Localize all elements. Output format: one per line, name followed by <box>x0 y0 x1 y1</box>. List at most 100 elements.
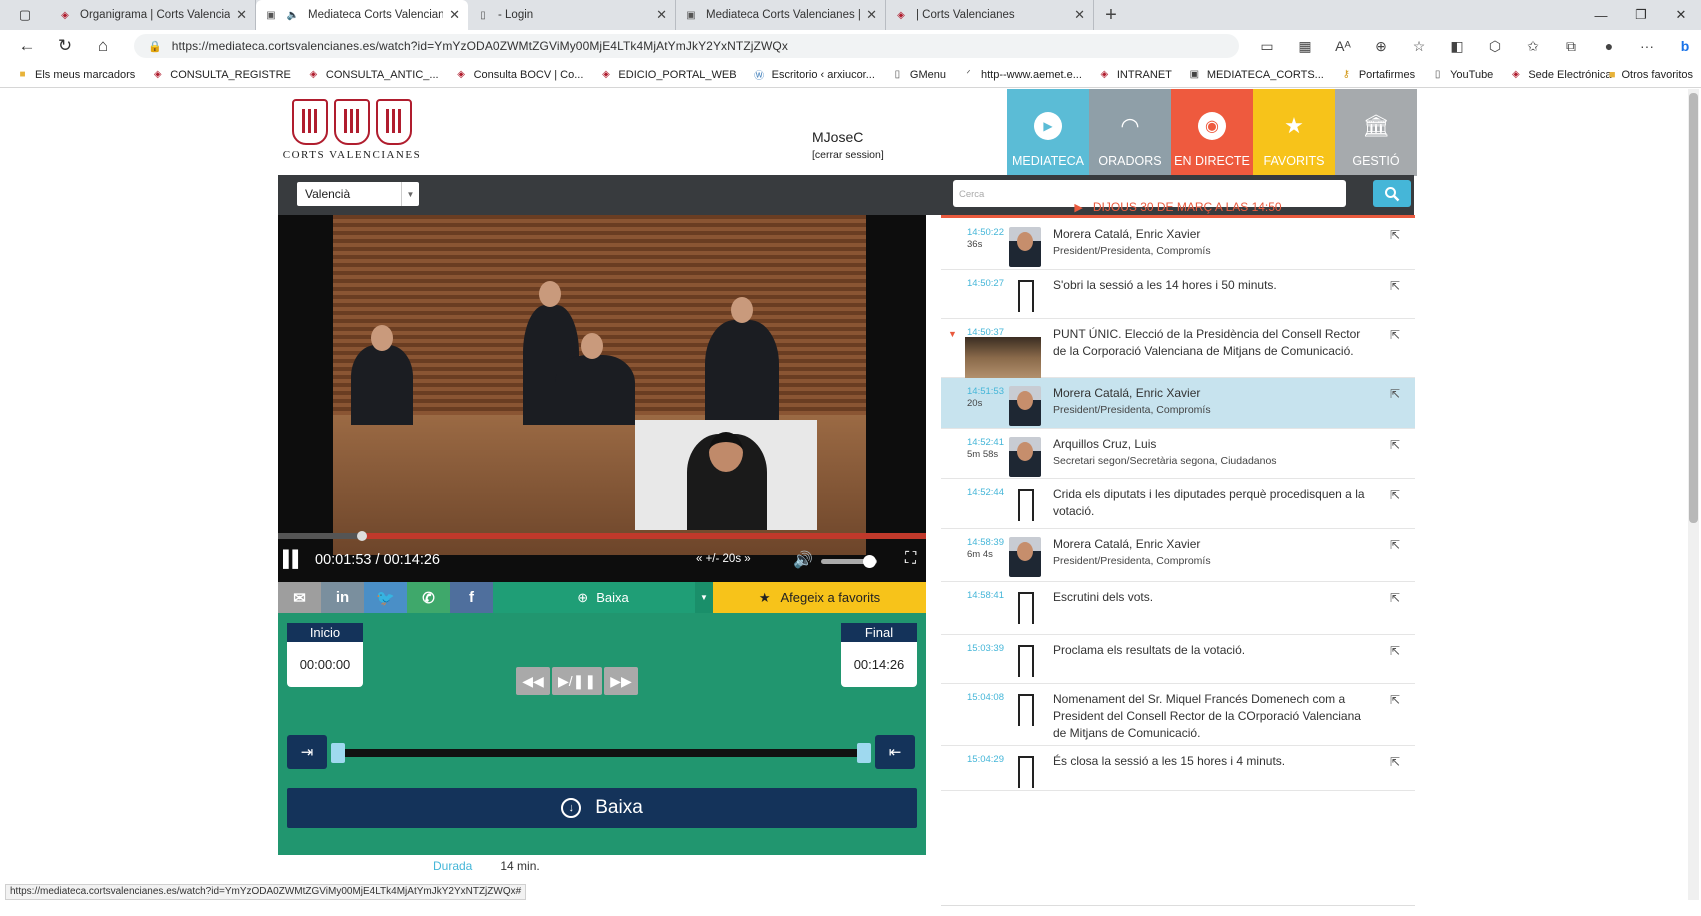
facebook-share-button[interactable]: f <box>450 582 493 613</box>
tab-title[interactable]: Mediateca Corts Valencianes | Or <box>706 9 860 21</box>
puzzle-icon[interactable]: ⬡ <box>1476 38 1514 55</box>
minimize-icon[interactable]: — <box>1581 0 1621 30</box>
share-icon[interactable]: ⇱ <box>1390 693 1400 707</box>
pause-icon[interactable]: ▌▌ <box>283 551 304 569</box>
item-title[interactable]: Morera Catalá, Enric Xavier <box>1053 226 1373 243</box>
bookmark-label[interactable]: Consulta BOCV | Co... <box>474 69 584 81</box>
download-dropdown[interactable]: ⊕ Baixa ▼ <box>493 582 713 613</box>
timestamp[interactable]: 15:04:08 <box>967 692 1004 703</box>
timestamp[interactable]: 14:50:27 <box>967 278 1004 289</box>
share-icon[interactable]: ⇱ <box>1390 328 1400 342</box>
nav-label[interactable]: EN DIRECTE <box>1174 154 1250 168</box>
bookmark-label[interactable]: Escritorio ‹ arxiucor... <box>772 69 875 81</box>
nav-en-directe[interactable]: ◉ EN DIRECTE <box>1171 89 1253 176</box>
bookmark-label[interactable]: YouTube <box>1450 69 1493 81</box>
item-title[interactable]: És closa la sessió a les 15 hores i 4 mi… <box>1053 753 1373 770</box>
close-icon[interactable]: ✕ <box>449 7 460 23</box>
restore-icon[interactable]: ❐ <box>1621 0 1661 30</box>
download-button[interactable]: ↓ Baixa <box>287 788 917 828</box>
item-title[interactable]: S'obri la sessió a les 14 hores i 50 min… <box>1053 277 1373 294</box>
favorite-star-icon[interactable]: ☆ <box>1400 38 1438 55</box>
speaker-avatar[interactable] <box>1009 437 1041 477</box>
zoom-icon[interactable]: ⊕ <box>1362 38 1400 55</box>
bookmark-label[interactable]: GMenu <box>910 69 946 81</box>
twitter-share-button[interactable]: 🐦 <box>364 582 407 613</box>
nav-label[interactable]: ORADORS <box>1098 154 1161 168</box>
tab-2[interactable]: ▣ 🔈 Mediateca Corts Valencianes ✕ <box>256 0 468 30</box>
language-select[interactable]: Valencià ▼ <box>297 182 419 206</box>
timestamp[interactable]: 14:52:41 <box>967 437 1004 448</box>
read-aloud-icon[interactable]: Aᴬ <box>1324 38 1362 54</box>
set-end-button[interactable]: ⇤ <box>875 735 915 769</box>
speaker-avatar[interactable] <box>1009 386 1041 426</box>
list-item[interactable]: 14:52:44 Crida els diputats i les diputad… <box>941 479 1415 529</box>
rewind-button[interactable]: ◀◀ <box>516 667 550 695</box>
new-tab-button[interactable]: + <box>1094 0 1128 30</box>
timestamp[interactable]: 14:50:22 <box>967 227 1004 238</box>
session-date[interactable]: DIJOUS 30 DE MARÇ A LAS 14:50 <box>1093 200 1282 214</box>
nav-label[interactable]: MEDIATECA <box>1012 154 1084 168</box>
timestamp[interactable]: 14:58:41 <box>967 590 1004 601</box>
share-icon[interactable]: ⇱ <box>1390 387 1400 401</box>
volume-icon[interactable]: 🔊 <box>793 550 813 570</box>
home-icon[interactable]: ⌂ <box>84 30 122 62</box>
play-pause-button[interactable]: ▶/❚❚ <box>552 667 602 695</box>
bookmark-item[interactable]: ◈ INTRANET <box>1098 68 1172 81</box>
back-icon[interactable]: ← <box>8 30 46 62</box>
fullscreen-icon[interactable]: ⛶ <box>905 550 916 568</box>
nav-label[interactable]: FAVORITS <box>1264 154 1325 168</box>
close-window-icon[interactable]: ✕ <box>1661 0 1701 30</box>
bookmark-label[interactable]: Sede Electrónica <box>1528 69 1611 81</box>
email-share-button[interactable]: ✉ <box>278 582 321 613</box>
share-icon[interactable]: ⇱ <box>1390 538 1400 552</box>
nav-favorits[interactable]: ★ FAVORITS <box>1253 89 1335 176</box>
list-item[interactable]: 14:51:53 20s Morera Catalá, Enric Xavier Pr… <box>941 378 1415 429</box>
download-button-label[interactable]: Baixa <box>595 797 643 819</box>
tab-3[interactable]: ▯ - Login ✕ <box>468 0 676 30</box>
skip-control[interactable]: « +/- 20s » <box>696 553 751 565</box>
tab-title[interactable]: | Corts Valencianes <box>916 9 1068 21</box>
bookmark-label[interactable]: INTRANET <box>1117 69 1172 81</box>
video-player[interactable]: ▌▌ 00:01:53 / 00:14:26 « +/- 20s » 🔊 ⛶ <box>278 215 926 582</box>
extension-icon[interactable]: ◧ <box>1438 38 1476 55</box>
video-progress-bar[interactable] <box>278 531 926 541</box>
session-header[interactable]: ▶ DIJOUS 30 DE MARÇ A LAS 14:50 <box>941 199 1415 218</box>
bookmark-item[interactable]: ◈ CONSULTA_ANTIC_... <box>307 68 439 81</box>
item-title[interactable]: Proclama els resultats de la votació. <box>1053 642 1373 659</box>
list-item[interactable]: 15:03:39 Proclama els resultats de la vot… <box>941 635 1415 684</box>
tab-1[interactable]: ◈ Organigrama | Corts Valencianes ✕ <box>50 0 256 30</box>
bookmark-item[interactable]: ◈ Sede Electrónica <box>1509 68 1612 81</box>
chevron-down-icon[interactable]: ▼ <box>401 182 419 206</box>
nav-mediateca[interactable]: ▶ MEDIATECA <box>1007 89 1089 176</box>
whatsapp-share-button[interactable]: ✆ <box>407 582 450 613</box>
clip-range-track[interactable] <box>331 743 871 763</box>
collections-icon[interactable]: ⧉ <box>1552 38 1590 55</box>
refresh-icon[interactable]: ↻ <box>46 30 84 62</box>
url-text[interactable]: https://mediateca.cortsvalencianes.es/wa… <box>172 39 788 53</box>
list-item[interactable]: 14:50:27 S'obri la sessió a les 14 hores … <box>941 270 1415 319</box>
page-scrollbar[interactable] <box>1688 89 1699 900</box>
volume-slider[interactable] <box>821 555 877 568</box>
fast-forward-button[interactable]: ▶▶ <box>604 667 638 695</box>
bookmark-label[interactable]: CONSULTA_REGISTRE <box>170 69 291 81</box>
share-icon[interactable]: ⇱ <box>1390 644 1400 658</box>
nav-gestió[interactable]: 🏛 GESTIÓ <box>1335 89 1417 176</box>
range-end-handle[interactable] <box>857 743 871 763</box>
timestamp[interactable]: 14:51:53 <box>967 386 1004 397</box>
bookmark-label[interactable]: MEDIATECA_CORTS... <box>1207 69 1324 81</box>
bookmark-label[interactable]: Els meus marcadors <box>35 69 135 81</box>
timestamp[interactable]: 14:58:39 <box>967 537 1004 548</box>
bookmark-label[interactable]: CONSULTA_ANTIC_... <box>326 69 439 81</box>
item-title[interactable]: Crida els diputats i les diputades perqu… <box>1053 486 1373 520</box>
close-icon[interactable]: ✕ <box>656 7 667 23</box>
close-icon[interactable]: ✕ <box>1074 7 1085 23</box>
list-item[interactable]: 14:58:41 Escrutini dels vots. ⇱ <box>941 582 1415 635</box>
timestamp[interactable]: 14:52:44 <box>967 487 1004 498</box>
timestamp[interactable]: 15:04:29 <box>967 754 1004 765</box>
app-available-icon[interactable]: ▭ <box>1248 38 1286 55</box>
tab-title[interactable]: Mediateca Corts Valencianes <box>308 9 443 21</box>
share-icon[interactable]: ⇱ <box>1390 438 1400 452</box>
logout-link[interactable]: [cerrar session] <box>812 149 884 161</box>
list-item[interactable]: 14:52:41 5m 58s Arquillos Cruz, Luis Secret… <box>941 429 1415 479</box>
add-favorite-button[interactable]: ★ Afegeix a favorits <box>713 582 926 613</box>
